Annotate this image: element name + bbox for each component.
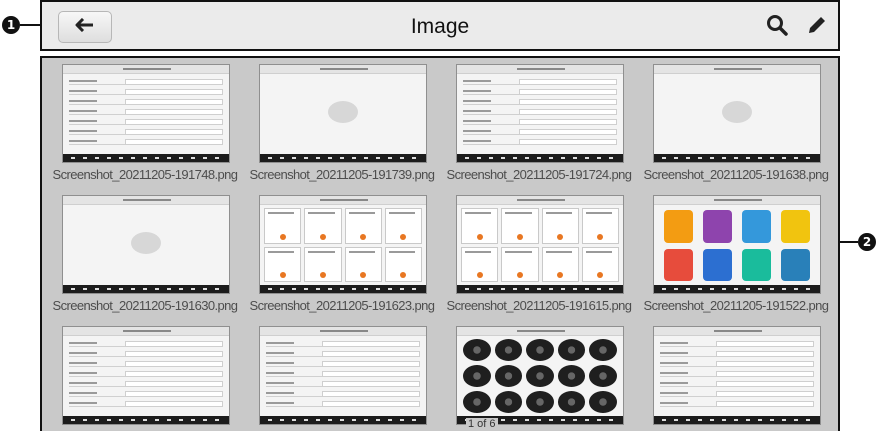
search-button[interactable] xyxy=(764,14,790,40)
image-filename: Screenshot_20211205-191748.png xyxy=(52,167,238,182)
page-indicator: 1 of 6 xyxy=(466,418,498,430)
image-thumbnail[interactable] xyxy=(259,64,427,163)
image-thumbnail[interactable] xyxy=(62,64,230,163)
image-thumbnail[interactable] xyxy=(653,195,821,294)
image-filename: Screenshot_20211205-191638.png xyxy=(643,167,829,182)
image-thumbnail[interactable] xyxy=(456,326,624,425)
image-thumbnail[interactable] xyxy=(259,326,427,425)
image-filename: Screenshot_20211205-191630.png xyxy=(52,298,238,313)
page-title: Image xyxy=(410,15,470,38)
image-thumbnail[interactable] xyxy=(456,64,624,163)
image-thumbnail[interactable] xyxy=(653,64,821,163)
top-toolbar: Image xyxy=(40,0,840,51)
image-gallery[interactable]: Screenshot_20211205-191748.png Screenshot… xyxy=(40,56,840,431)
image-filename: Screenshot_20211205-191615.png xyxy=(446,298,632,313)
search-icon xyxy=(765,13,789,42)
image-filename: Screenshot_20211205-191724.png xyxy=(446,167,632,182)
image-filename: Screenshot_20211205-191739.png xyxy=(249,167,435,182)
callout-1: 1 xyxy=(2,16,20,34)
image-thumbnail[interactable] xyxy=(62,195,230,294)
image-filename: Screenshot_20211205-191623.png xyxy=(249,298,435,313)
image-thumbnail[interactable] xyxy=(259,195,427,294)
pencil-icon xyxy=(806,14,828,41)
edit-button[interactable] xyxy=(804,14,830,40)
image-thumbnail[interactable] xyxy=(653,326,821,425)
callout-2-leader xyxy=(840,241,858,243)
image-filename: Screenshot_20211205-191522.png xyxy=(643,298,829,313)
callout-1-leader xyxy=(20,24,40,26)
image-thumbnail[interactable] xyxy=(456,195,624,294)
callout-2: 2 xyxy=(858,233,876,251)
image-thumbnail[interactable] xyxy=(62,326,230,425)
